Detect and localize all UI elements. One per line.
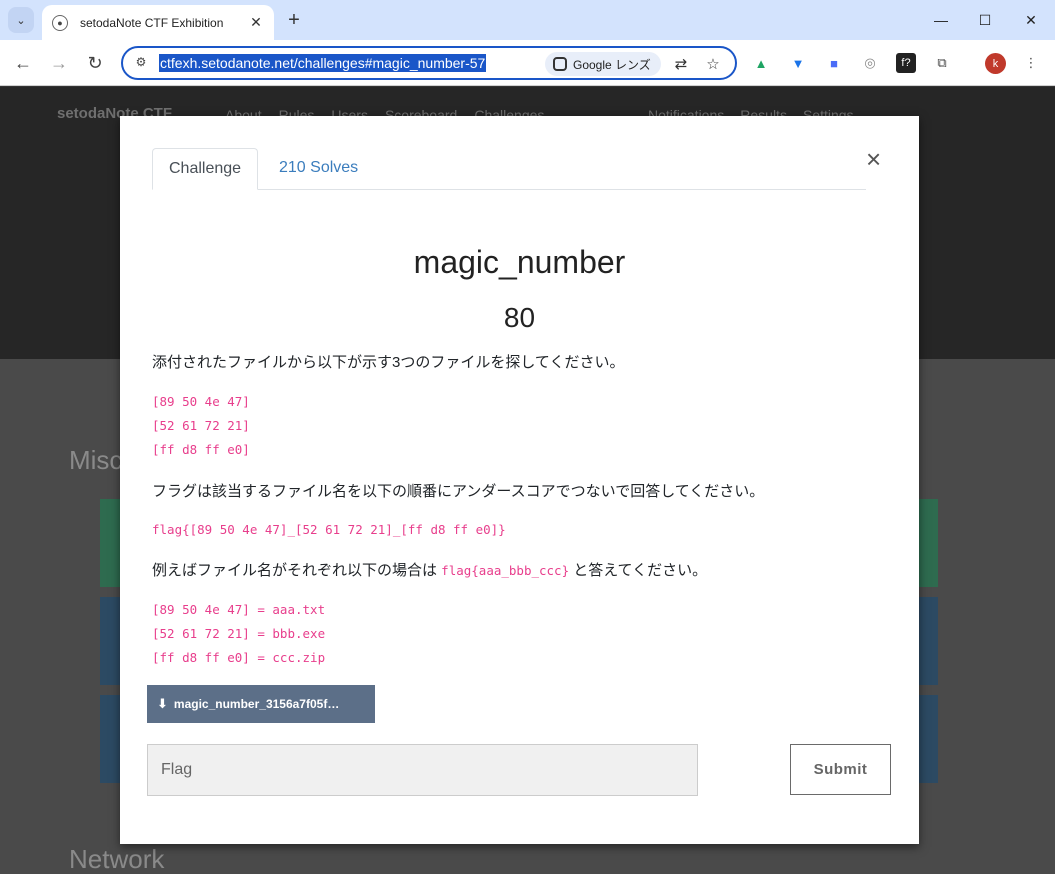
- browser-toolbar: ← → ↻ ⚙ ctfexh.setodanote.net/challenges…: [0, 40, 1055, 86]
- code-line: [ff d8 ff e0]: [152, 442, 250, 457]
- code-line: [ff d8 ff e0] = ccc.zip: [152, 650, 326, 665]
- address-bar[interactable]: ⚙ ctfexh.setodanote.net/challenges#magic…: [121, 46, 737, 80]
- profile-avatar[interactable]: k: [985, 53, 1006, 74]
- chat-extension-icon[interactable]: ■: [824, 53, 844, 73]
- close-window-button[interactable]: ✕: [1007, 0, 1055, 40]
- extensions-puzzle-icon[interactable]: ⧉: [932, 53, 952, 73]
- category-heading-network: Network: [69, 844, 165, 874]
- close-tab-icon[interactable]: ✕: [248, 14, 264, 31]
- example-text-pre: 例えばファイル名がそれぞれ以下の場合は: [152, 562, 442, 579]
- submit-button[interactable]: Submit: [790, 744, 891, 795]
- site-favicon-icon: ●: [52, 14, 68, 31]
- chevron-down-icon: ⌄: [16, 14, 26, 27]
- lens-icon: [553, 57, 567, 71]
- vpn-extension-icon[interactable]: ▼: [788, 53, 808, 73]
- download-attachment-button[interactable]: ⬇ magic_number_3156a7f05f…: [147, 685, 375, 723]
- compass-extension-icon[interactable]: ◎: [860, 53, 880, 73]
- modal-close-icon[interactable]: ×: [866, 146, 881, 172]
- lens-label: Google レンズ: [573, 57, 651, 72]
- bookmark-star-icon[interactable]: ☆: [703, 54, 723, 74]
- browser-tab-bar: ⌄ ● setodaNote CTF Exhibition ✕ + — ☐ ✕: [0, 0, 1055, 40]
- tab-solves[interactable]: 210 Solves: [278, 148, 359, 190]
- new-tab-button[interactable]: +: [282, 8, 306, 32]
- url-text[interactable]: ctfexh.setodanote.net/challenges#magic_n…: [159, 54, 487, 72]
- code-line: [52 61 72 21] = bbb.exe: [152, 626, 326, 641]
- drive-extension-icon[interactable]: ▲: [751, 53, 771, 73]
- description-paragraph: 添付されたファイルから以下が示す3つのファイルを探してください。: [152, 354, 625, 371]
- code-line: [89 50 4e 47] = aaa.txt: [152, 602, 326, 617]
- font-extension-icon[interactable]: f?: [896, 53, 916, 73]
- challenge-modal: Challenge 210 Solves × magic_number 80 添…: [120, 116, 919, 844]
- forward-button[interactable]: →: [45, 49, 73, 77]
- category-heading-misc: Misc: [69, 445, 123, 475]
- back-button[interactable]: ←: [9, 49, 37, 77]
- code-line: [52 61 72 21]: [152, 418, 250, 433]
- example-text-post: と答えてください。: [569, 562, 708, 579]
- tab-title: setodaNote CTF Exhibition: [80, 15, 224, 30]
- translate-icon[interactable]: ⇄: [671, 54, 691, 74]
- flag-input[interactable]: [147, 744, 698, 796]
- description-paragraph: 例えばファイル名がそれぞれ以下の場合は flag{aaa_bbb_ccc} と答…: [152, 559, 707, 580]
- modal-tabs: Challenge 210 Solves: [152, 148, 866, 190]
- reload-button[interactable]: ↻: [81, 49, 109, 77]
- browser-tab[interactable]: ● setodaNote CTF Exhibition ✕: [42, 5, 274, 40]
- tab-challenge[interactable]: Challenge: [152, 148, 259, 190]
- maximize-button[interactable]: ☐: [961, 0, 1009, 40]
- example-flag-code: flag{aaa_bbb_ccc}: [441, 563, 570, 578]
- description-paragraph: フラグは該当するファイル名を以下の順番にアンダースコアでつないで回答してください…: [152, 483, 765, 500]
- download-icon: ⬇: [157, 696, 168, 711]
- minimize-button[interactable]: —: [917, 0, 965, 40]
- site-info-icon[interactable]: ⚙: [133, 55, 149, 71]
- browser-menu-icon[interactable]: ⋮: [1021, 53, 1041, 73]
- challenge-name: magic_number: [413, 244, 626, 280]
- tab-search-button[interactable]: ⌄: [8, 7, 34, 33]
- flag-format-code: flag{[89 50 4e 47]_[52 61 72 21]_[ff d8 …: [152, 522, 506, 537]
- code-line: [89 50 4e 47]: [152, 394, 250, 409]
- google-lens-button[interactable]: Google レンズ: [545, 52, 661, 76]
- challenge-points: 80: [503, 302, 536, 333]
- download-filename: magic_number_3156a7f05f…: [173, 697, 340, 711]
